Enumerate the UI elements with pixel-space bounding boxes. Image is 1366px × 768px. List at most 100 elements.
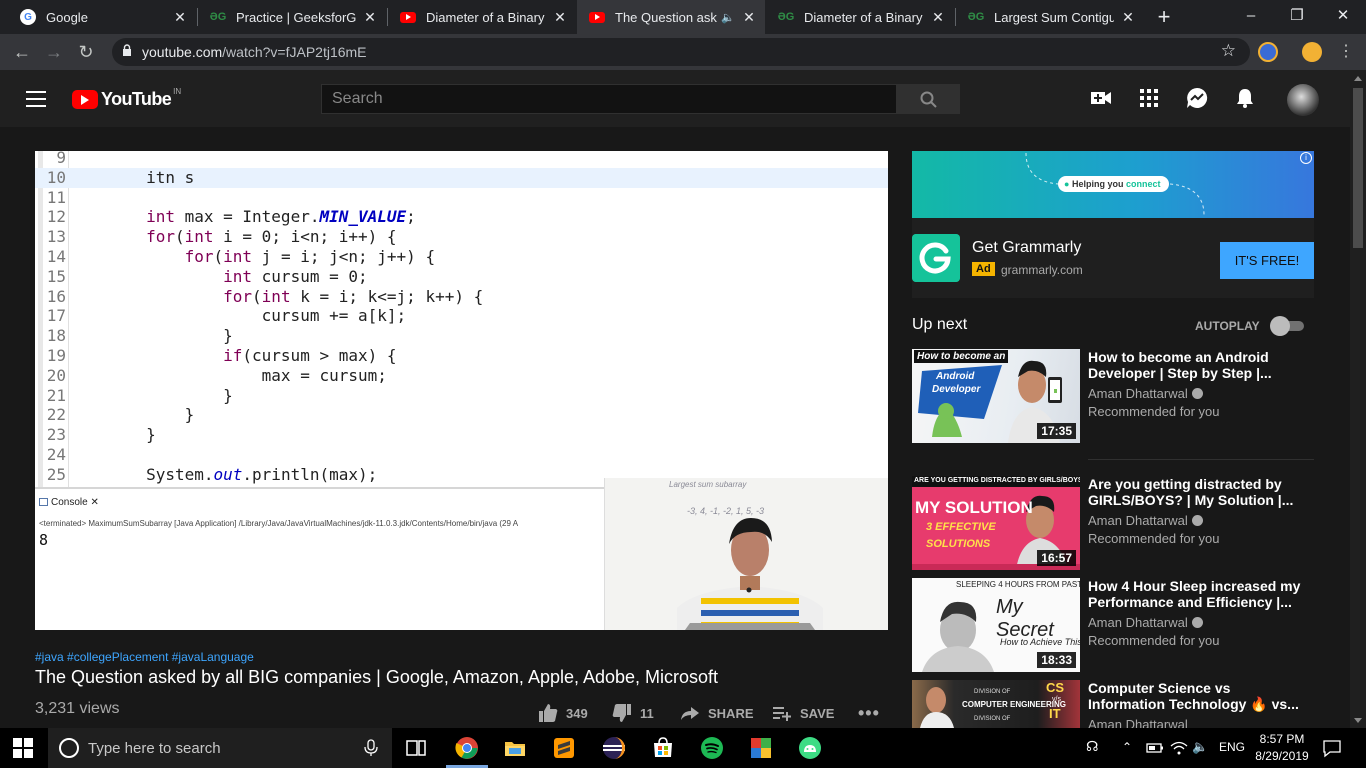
video-thumbnail[interactable]: ARE YOU GETTING DISTRACTED BY GIRLS/BOYS… <box>912 476 1080 570</box>
tab-title: Google <box>46 9 88 25</box>
video-thumbnail[interactable]: SLEEPING 4 HOURS FROM PAST 2 YEARS My Se… <box>912 578 1080 672</box>
close-tab-icon[interactable]: ✕ <box>1120 9 1136 26</box>
youtube-icon <box>400 11 416 23</box>
android-studio-icon[interactable] <box>798 736 822 760</box>
close-tab-icon[interactable]: ✕ <box>362 9 378 26</box>
notifications-bell-icon[interactable] <box>1233 86 1257 110</box>
taskbar-search[interactable]: Type here to search <box>48 728 392 768</box>
scrollbar-thumb[interactable] <box>1353 88 1363 248</box>
search-box[interactable] <box>321 84 897 114</box>
close-tab-icon[interactable]: ✕ <box>552 9 568 26</box>
youtube-logo[interactable]: YouTube IN <box>72 87 181 110</box>
recommended-video[interactable]: DIVISION OF COMPUTER ENGINEERING DIVISIO… <box>912 680 1314 728</box>
user-avatar[interactable] <box>1287 84 1319 116</box>
tab-gfg-largest-sum[interactable]: ƏG Largest Sum Contiguous ✕ <box>956 0 1144 34</box>
autoplay-label: AUTOPLAY <box>1195 319 1260 333</box>
close-tab-icon[interactable]: ✕ <box>172 9 188 26</box>
address-bar[interactable]: youtube.com/watch?v=fJAP2tj16mE ☆ <box>112 38 1250 66</box>
scroll-up-arrow[interactable] <box>1354 76 1362 81</box>
close-tab-icon[interactable]: ✕ <box>741 9 757 26</box>
chrome-taskbar-icon[interactable] <box>455 736 479 760</box>
recommended-video[interactable]: ARE YOU GETTING DISTRACTED BY GIRLS/BOYS… <box>912 476 1314 570</box>
video-hashtags[interactable]: #java #collegePlacement #javaLanguage <box>35 650 254 664</box>
channel-name[interactable]: Aman Dhattarwal <box>1088 717 1188 728</box>
windows-start-icon[interactable] <box>13 738 33 758</box>
search-input[interactable] <box>322 85 896 113</box>
tab-gfg-diameter[interactable]: ƏG Diameter of a Binary Tree ✕ <box>766 0 954 34</box>
more-actions-icon[interactable]: ••• <box>858 703 880 724</box>
recommended-video[interactable]: How to become an Android Developer 17:35… <box>912 349 1314 443</box>
reload-button[interactable]: ↻ <box>74 40 98 64</box>
volume-icon[interactable]: 🔈 <box>1192 739 1208 755</box>
spotify-icon[interactable] <box>700 736 724 760</box>
ad-card[interactable]: Get Grammarly Ad grammarly.com IT'S FREE… <box>912 218 1314 298</box>
video-title[interactable]: Computer Science vs Information Technolo… <box>1088 680 1310 712</box>
show-hidden-icons[interactable]: ⌃ <box>1122 740 1132 754</box>
windows-taskbar: Type here to search ☊ ⌃ 🔈 ENG 8:57 PM 8/… <box>0 728 1366 768</box>
share-button[interactable]: SHARE <box>680 703 754 723</box>
ad-title[interactable]: Get Grammarly <box>972 239 1081 257</box>
create-video-icon[interactable] <box>1089 86 1113 110</box>
autoplay-toggle[interactable] <box>1270 316 1306 336</box>
dislike-button[interactable]: 11 <box>612 703 654 723</box>
tab-yt-diameter[interactable]: Diameter of a Binary Tree ✕ <box>388 0 576 34</box>
close-tab-icon[interactable]: ✕ <box>930 9 946 26</box>
tab-gfg-practice[interactable]: ƏG Practice | GeeksforGeeks ✕ <box>198 0 386 34</box>
ad-banner-image[interactable]: ● Helping you connect <box>912 151 1314 218</box>
save-button[interactable]: SAVE <box>772 703 834 723</box>
ad-cta-button[interactable]: IT'S FREE! <box>1220 242 1314 279</box>
back-button[interactable]: ← <box>10 40 34 64</box>
ad-info-icon[interactable]: i <box>1300 152 1312 164</box>
battery-icon[interactable] <box>1146 742 1164 754</box>
video-thumbnail[interactable]: How to become an Android Developer 17:35 <box>912 349 1080 443</box>
line-number: 25 <box>46 464 66 484</box>
action-center-icon[interactable] <box>1322 738 1342 758</box>
page-scrollbar[interactable] <box>1350 70 1366 729</box>
chrome-menu-icon[interactable]: ⋮ <box>1334 40 1358 64</box>
messages-icon[interactable] <box>1185 86 1209 110</box>
file-explorer-icon[interactable] <box>503 736 527 760</box>
forward-button[interactable]: → <box>42 40 66 64</box>
code-text: } <box>69 425 156 445</box>
new-tab-button[interactable]: + <box>1152 5 1176 29</box>
office-apps-icon[interactable] <box>749 736 773 760</box>
sublime-text-icon[interactable] <box>552 736 576 760</box>
minimize-button[interactable]: – <box>1228 0 1274 34</box>
input-language[interactable]: ENG <box>1219 740 1245 754</box>
system-clock[interactable]: 8:57 PM 8/29/2019 <box>1254 731 1310 765</box>
code-line: 12 int max = Integer.MIN_VALUE; <box>35 207 888 227</box>
task-view-icon[interactable] <box>404 736 428 760</box>
wifi-icon[interactable] <box>1170 740 1188 756</box>
video-thumbnail[interactable]: DIVISION OF COMPUTER ENGINEERING DIVISIO… <box>912 680 1080 728</box>
like-button[interactable]: 349 <box>538 703 588 723</box>
channel-name[interactable]: Aman Dhattarwal <box>1088 615 1203 630</box>
scroll-down-arrow[interactable] <box>1354 718 1362 723</box>
ad-badge: Ad <box>972 262 995 276</box>
url-text: youtube.com/watch?v=fJAP2tj16mE <box>142 44 367 60</box>
menu-icon[interactable] <box>26 91 46 107</box>
video-title[interactable]: How 4 Hour Sleep increased my Performanc… <box>1088 578 1310 610</box>
video-player[interactable]: 9 10 itn s 11 12 int max = Integer.MIN_VALU… <box>35 151 888 630</box>
video-duration: 18:33 <box>1037 652 1076 668</box>
people-icon[interactable]: ☊ <box>1086 738 1098 755</box>
close-window-button[interactable]: ✕ <box>1320 0 1366 34</box>
channel-name[interactable]: Aman Dhattarwal <box>1088 513 1203 528</box>
eclipse-icon[interactable] <box>602 736 626 760</box>
audio-playing-icon[interactable]: 🔈 <box>721 11 735 24</box>
search-button[interactable] <box>896 84 960 114</box>
profile-extension-icon[interactable] <box>1302 42 1322 62</box>
restore-button[interactable]: ❐ <box>1274 0 1320 34</box>
channel-name[interactable]: Aman Dhattarwal <box>1088 386 1203 401</box>
recommended-video[interactable]: SLEEPING 4 HOURS FROM PAST 2 YEARS My Se… <box>912 578 1314 672</box>
video-title[interactable]: Are you getting distracted by GIRLS/BOYS… <box>1088 476 1310 508</box>
line-number: 17 <box>46 306 66 326</box>
code-text: if(cursum > max) { <box>223 346 397 365</box>
bookmark-star-icon[interactable]: ☆ <box>1221 41 1236 61</box>
tab-google[interactable]: G Google ✕ <box>8 0 196 34</box>
microphone-icon[interactable] <box>364 739 378 757</box>
extension-icon[interactable] <box>1258 42 1278 62</box>
microsoft-store-icon[interactable] <box>651 736 675 760</box>
apps-grid-icon[interactable] <box>1137 86 1161 110</box>
tab-current-video[interactable]: The Question asked 🔈 ✕ <box>577 0 765 34</box>
video-title[interactable]: How to become an Android Developer | Ste… <box>1088 349 1310 381</box>
